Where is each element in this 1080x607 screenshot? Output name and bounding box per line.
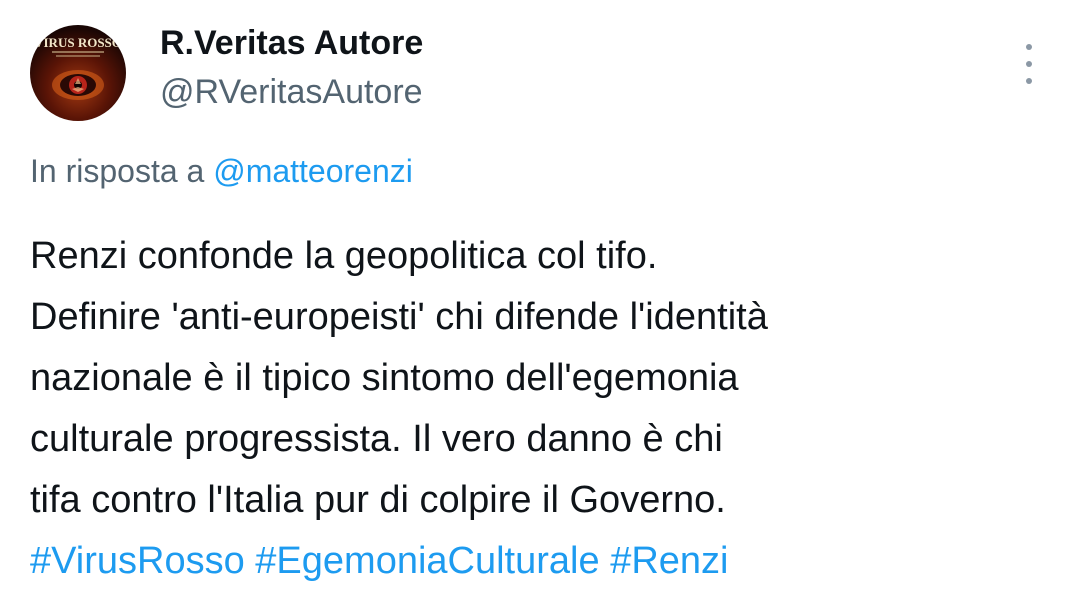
tweet-text-line: tifa contro l'Italia pur di colpire il G… xyxy=(30,479,726,521)
tweet-text: Renzi confonde la geopolitica col tifo. … xyxy=(30,226,1050,592)
hashtag-list: #VirusRosso #EgemoniaCulturale #Renzi xyxy=(30,531,1050,592)
more-dot xyxy=(1026,78,1032,84)
hashtag-link[interactable]: #VirusRosso xyxy=(30,540,245,582)
reply-context: In risposta a @matteorenzi xyxy=(30,153,413,190)
hashtag-link[interactable]: #Renzi xyxy=(610,540,728,582)
more-dot xyxy=(1026,44,1032,50)
author-display-name[interactable]: R.Veritas Autore xyxy=(160,24,423,63)
hashtag-link[interactable]: #EgemoniaCulturale xyxy=(255,540,599,582)
reply-mention-link[interactable]: @matteorenzi xyxy=(213,153,413,189)
more-vertical-icon[interactable] xyxy=(1014,44,1044,84)
avatar[interactable]: VIRUS ROSSO xyxy=(30,25,126,121)
author-handle[interactable]: @RVeritasAutore xyxy=(160,73,423,112)
tweet-text-line: culturale progressista. Il vero danno è … xyxy=(30,418,723,460)
more-dot xyxy=(1026,61,1032,67)
reply-prefix: In risposta a xyxy=(30,153,205,189)
avatar-title: VIRUS ROSSO xyxy=(34,35,122,50)
tweet-text-line: Definire 'anti-europeisti' chi difende l… xyxy=(30,296,768,338)
avatar-book-cover-image: VIRUS ROSSO xyxy=(34,35,122,100)
tweet-text-line: nazionale è il tipico sintomo dell'egemo… xyxy=(30,357,739,399)
tweet: VIRUS ROSSO R.Veritas Autore @RVeritasAu… xyxy=(0,0,1080,607)
tweet-text-line: Renzi confonde la geopolitica col tifo. xyxy=(30,235,658,277)
